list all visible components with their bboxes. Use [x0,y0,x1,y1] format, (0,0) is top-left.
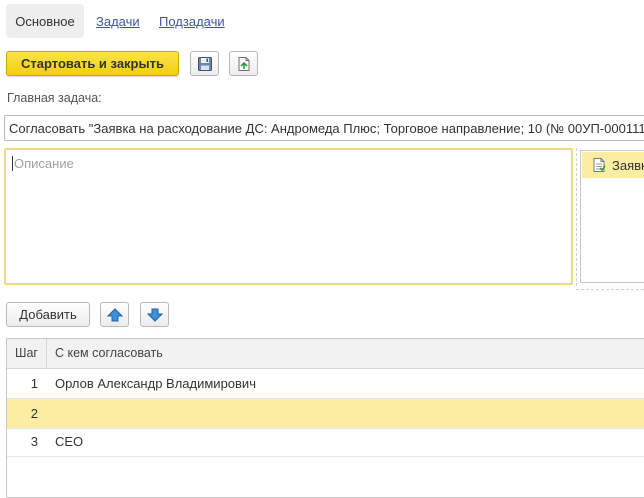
arrow-up-icon [106,307,123,321]
attachment-item[interactable]: Заявка на расходование ДС [582,152,644,178]
tab-tasks[interactable]: Задачи [96,14,140,29]
add-button[interactable]: Добавить [6,302,90,327]
approver-cell[interactable]: CEO [55,434,83,449]
approver-cell[interactable]: Орлов Александр Владимирович [55,376,256,391]
attachment-item-label: Заявка на расходование ДС [612,157,644,173]
column-header-approver[interactable]: С кем согласовать [55,346,163,360]
tab-subtasks[interactable]: Подзадачи [159,14,225,29]
main-task-field[interactable]: Согласовать "Заявка на расходование ДС: … [4,115,644,141]
step-cell: 1 [30,376,38,391]
table-row[interactable]: 1 Орлов Александр Владимирович [7,369,644,399]
save-button[interactable] [190,51,219,76]
floppy-disk-icon [197,56,212,71]
table-header: Шаг С кем согласовать [7,339,644,369]
column-divider [46,339,47,368]
approvers-table: Шаг С кем согласовать 1 Орлов Александр … [6,338,644,498]
attachments-panel: Заявка на расходование ДС [580,150,644,283]
move-down-button[interactable] [140,302,169,327]
step-cell: 2 [30,406,38,421]
start-and-close-button[interactable]: Стартовать и закрыть [6,51,179,76]
restore-button[interactable] [229,51,258,76]
description-placeholder: Описание [14,156,74,171]
move-up-button[interactable] [100,302,129,327]
tab-main[interactable]: Основное [6,4,84,38]
panel-divider [576,289,644,290]
table-row-selected[interactable]: 2 [7,399,644,429]
arrow-down-icon [146,308,163,322]
main-task-label: Главная задача: [7,91,102,105]
text-caret [12,156,13,171]
description-field[interactable]: Описание [4,148,573,285]
table-row[interactable]: 3 CEO [7,427,644,457]
document-restore-icon [238,56,249,71]
column-header-step[interactable]: Шаг [15,346,38,360]
step-cell: 3 [30,434,38,449]
panel-splitter[interactable] [576,148,577,286]
document-icon [593,158,606,172]
